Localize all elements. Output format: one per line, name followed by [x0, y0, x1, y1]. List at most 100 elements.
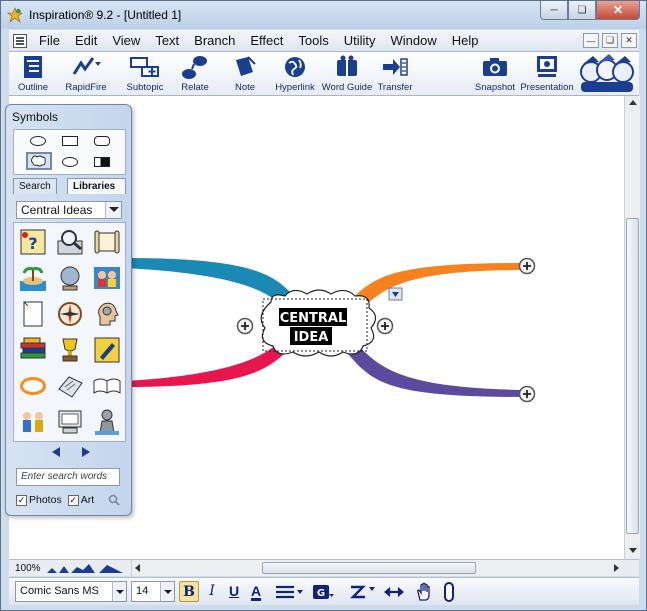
doc-minimize-button[interactable]: — [583, 33, 599, 48]
line-style-icon[interactable] [275, 584, 305, 600]
trophy-symbol-icon[interactable] [55, 335, 85, 365]
open-book-symbol-icon[interactable] [92, 371, 122, 401]
next-page-icon[interactable] [82, 447, 90, 457]
scroll-right-arrow-icon[interactable] [614, 564, 619, 572]
menu-file[interactable]: File [39, 33, 60, 48]
thinker-symbol-icon[interactable] [92, 407, 122, 437]
italic-button[interactable]: I [202, 581, 222, 602]
island-symbol-icon[interactable] [18, 263, 48, 293]
cloud-shape[interactable] [62, 157, 78, 167]
zoom-level[interactable]: 100% [15, 563, 41, 574]
menu-text[interactable]: Text [155, 33, 179, 48]
word-guide-button[interactable]: Word Guide [321, 54, 373, 93]
note-button[interactable]: Note [227, 54, 263, 93]
scroll-left-arrow-icon[interactable] [135, 564, 140, 572]
library-category-select[interactable]: Central Ideas [16, 201, 122, 219]
pill-shape-icon[interactable] [441, 582, 457, 602]
menu-tools[interactable]: Tools [298, 33, 328, 48]
menu-edit[interactable]: Edit [75, 33, 97, 48]
search-icon[interactable] [108, 494, 120, 506]
scroll-down-arrow-icon[interactable] [629, 548, 637, 553]
globe-symbol-icon[interactable] [55, 263, 85, 293]
font-family-select[interactable]: Comic Sans MS [15, 581, 127, 602]
add-subtopic-top-right-button[interactable] [518, 257, 536, 275]
computer-symbol-icon[interactable] [55, 407, 85, 437]
menu-utility[interactable]: Utility [344, 33, 376, 48]
tab-libraries[interactable]: Libraries [67, 178, 126, 194]
bold-button[interactable]: B [179, 581, 199, 602]
horizontal-scroll-thumb[interactable] [262, 562, 476, 574]
menu-branch[interactable]: Branch [194, 33, 235, 48]
vertical-scrollbar[interactable] [624, 96, 640, 559]
font-size-select[interactable]: 14 [131, 581, 175, 602]
outline-button[interactable]: Outline [15, 54, 51, 93]
scroll-up-arrow-icon[interactable] [629, 100, 637, 105]
magnifier-symbol-icon[interactable] [55, 227, 85, 257]
underline-button[interactable]: U [224, 581, 244, 602]
shadow-shape[interactable] [94, 157, 110, 167]
horizontal-scrollbar[interactable] [131, 560, 623, 576]
restore-button[interactable]: ❏ [568, 1, 596, 20]
menu-help[interactable]: Help [452, 33, 479, 48]
snapshot-button[interactable]: Snapshot [473, 54, 517, 93]
svg-text:G: G [317, 588, 325, 599]
add-topic-right-button[interactable] [376, 317, 394, 335]
inspiration-app-icon [7, 7, 23, 23]
central-idea-text-line1[interactable]: CENTRAL [280, 311, 347, 326]
presentation-button[interactable]: Presentation [519, 54, 575, 93]
rounded-rectangle-shape[interactable] [94, 136, 110, 146]
close-button[interactable]: ✕ [596, 1, 640, 20]
chevron-down-icon[interactable] [160, 582, 174, 601]
hand-icon[interactable] [414, 582, 434, 602]
subtopic-label: Subtopic [126, 82, 164, 93]
minimize-button[interactable]: ─ [540, 1, 568, 20]
link-direction-icon[interactable] [383, 584, 405, 600]
transfer-button[interactable]: Transfer [375, 54, 415, 93]
central-idea-text-line2[interactable]: IDEA [294, 330, 329, 345]
vertical-scroll-thumb[interactable] [626, 218, 639, 534]
text-color-button[interactable]: A [246, 581, 266, 602]
newspaper-symbol-icon[interactable] [55, 371, 85, 401]
add-subtopic-bottom-right-button[interactable] [518, 385, 536, 403]
pen-symbol-icon[interactable] [92, 335, 122, 365]
oval-shape[interactable] [30, 136, 46, 146]
rectangle-shape[interactable] [62, 136, 78, 146]
starburst-symbol-icon[interactable] [18, 371, 48, 401]
font-picker-icon[interactable]: G [311, 582, 335, 602]
readers-symbol-icon[interactable] [18, 407, 48, 437]
menu-window[interactable]: Window [391, 33, 437, 48]
add-topic-left-button[interactable] [236, 317, 254, 335]
zoom-mountains-icon[interactable] [47, 562, 127, 574]
symbol-search-input[interactable]: Enter search words [16, 468, 120, 486]
chevron-down-icon[interactable] [112, 582, 126, 601]
restore-icon: ❏ [577, 4, 587, 16]
relate-button[interactable]: Relate [177, 54, 213, 93]
rapidfire-button[interactable]: RapidFire [61, 54, 111, 93]
menu-effect[interactable]: Effect [250, 33, 283, 48]
previous-page-icon[interactable] [52, 447, 60, 457]
head-gears-symbol-icon[interactable] [92, 299, 122, 329]
cloud-shape-selected[interactable] [26, 152, 52, 170]
compass-symbol-icon[interactable] [55, 299, 85, 329]
symbols-palette[interactable]: Symbols Search Libraries Central Ideas ? [5, 104, 132, 516]
paper-symbol-icon[interactable] [18, 299, 48, 329]
symbol-menu-dropdown[interactable] [388, 287, 403, 301]
books-symbol-icon[interactable] [18, 335, 48, 365]
hyperlink-button[interactable]: Hyperlink [273, 54, 317, 93]
text-color-icon: A [250, 583, 262, 599]
scroll-symbol-icon[interactable] [92, 227, 122, 257]
people-symbol-icon[interactable] [92, 263, 122, 293]
question-symbol-icon[interactable]: ? [18, 227, 48, 257]
link-style-icon[interactable] [349, 583, 377, 601]
menu-view[interactable]: View [112, 33, 140, 48]
subtopic-button[interactable]: Subtopic [123, 54, 167, 93]
camera-icon [483, 58, 507, 76]
tab-search[interactable]: Search [13, 178, 57, 194]
chevron-down-icon[interactable] [105, 202, 121, 218]
doc-close-button[interactable]: ✕ [621, 33, 637, 48]
document-menu-icon[interactable] [13, 34, 27, 48]
art-checkbox[interactable]: ✓ [67, 494, 79, 506]
photos-checkbox[interactable]: ✓ [16, 494, 27, 506]
italic-icon: I [209, 583, 215, 599]
doc-restore-button[interactable]: ❏ [602, 33, 618, 48]
